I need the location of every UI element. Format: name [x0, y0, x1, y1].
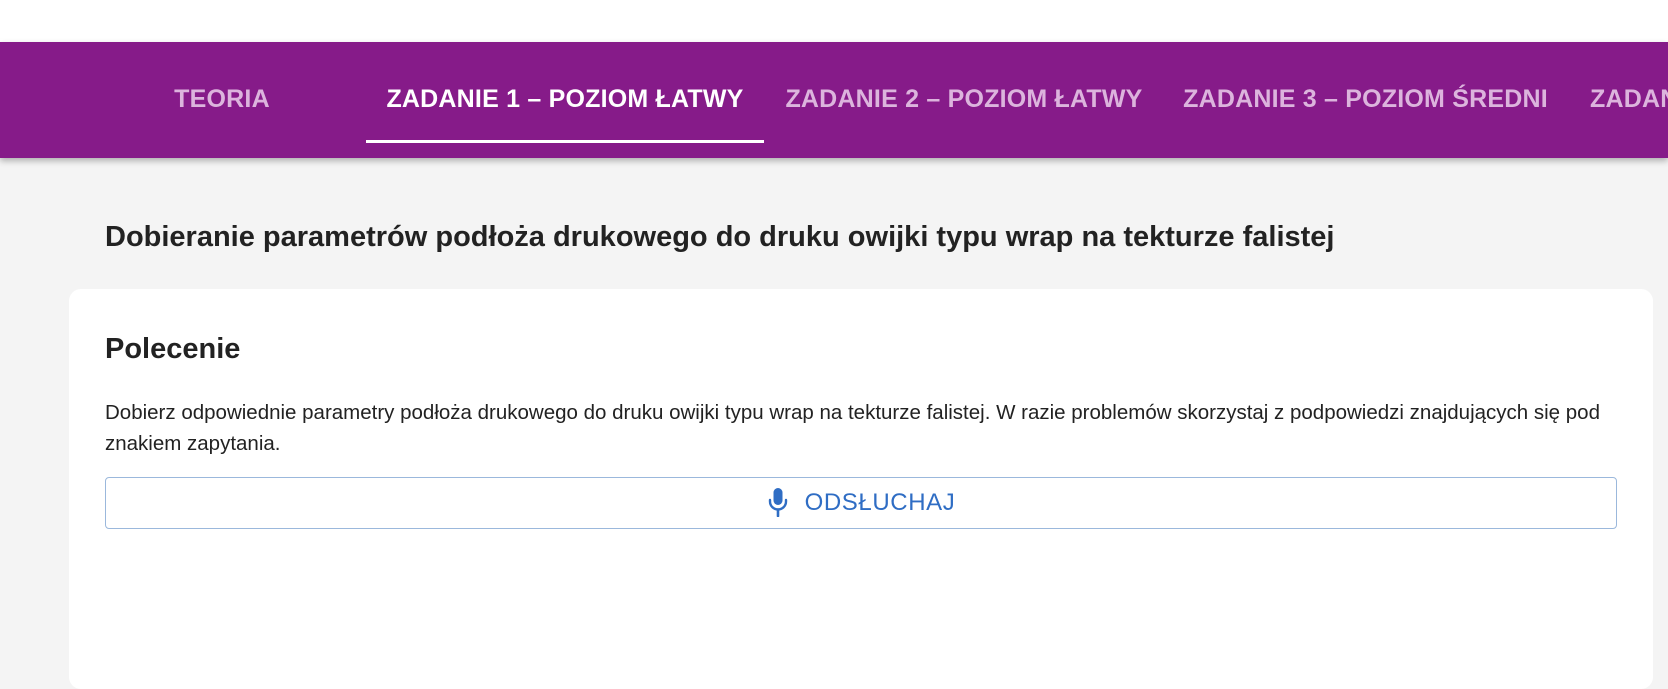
task-card: Polecenie Dobierz odpowiednie parametry … [69, 289, 1653, 689]
page-title: Dobieranie parametrów podłoża drukowego … [105, 221, 1335, 253]
tab-zadanie-3[interactable]: ZADANIE 3 – POZIOM ŚREDNI [1183, 42, 1548, 158]
task-instruction: Dobierz odpowiednie parametry podłoża dr… [105, 401, 1600, 455]
top-strip [0, 0, 1668, 42]
listen-button-label: ODSŁUCHAJ [804, 489, 956, 516]
tab-label: TEORIA [174, 84, 270, 113]
tab-zadanie-1[interactable]: ZADANIE 1 – POZIOM ŁATWY [366, 42, 764, 158]
tab-zadanie-2[interactable]: ZADANIE 2 – POZIOM ŁATWY [785, 42, 1143, 158]
tab-label: ZADANIE 2 – POZIOM ŁATWY [785, 84, 1143, 113]
active-tab-indicator [366, 140, 764, 143]
tab-label: ZADANIE 3 – POZIOM ŚREDNI [1183, 84, 1548, 113]
tab-label: ZADANIE 1 – POZIOM ŁATWY [386, 84, 744, 113]
task-tab-bar: TEORIA ZADANIE 1 – POZIOM ŁATWY ZADANIE … [0, 42, 1668, 158]
tab-label: ZADAN [1590, 84, 1668, 113]
microphone-icon [768, 488, 787, 517]
tab-zadanie-4[interactable]: ZADAN [1590, 42, 1668, 158]
card-heading: Polecenie [105, 333, 241, 365]
tab-teoria[interactable]: TEORIA [120, 42, 324, 158]
listen-button[interactable]: ODSŁUCHAJ [105, 477, 1617, 529]
